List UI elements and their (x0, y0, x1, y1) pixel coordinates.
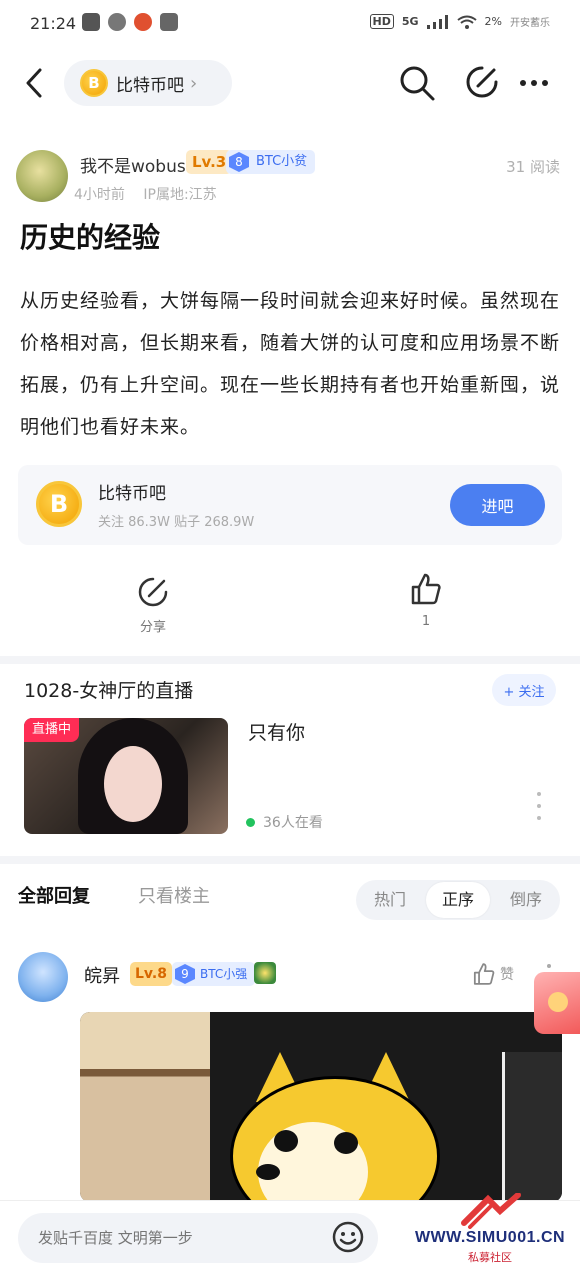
sort-toggle: 热门 正序 倒序 (356, 880, 560, 920)
status-right-cluster: HD 5G 2% 开安蓄乐 (369, 14, 550, 29)
section-divider (0, 656, 580, 664)
reply-rank-badge: 9 BTC小强 (172, 962, 256, 986)
watermark-subtext: 私募社区 (468, 1251, 512, 1264)
forum-name: 比特币吧 (116, 75, 184, 96)
emoji-icon[interactable] (332, 1221, 364, 1253)
live-thumbnail[interactable]: 直播中 (24, 718, 228, 834)
follow-button[interactable]: + 关注 (492, 674, 556, 706)
meme-background-post (502, 1052, 562, 1202)
search-icon[interactable] (398, 64, 436, 102)
streamer-face (104, 746, 162, 822)
reply-avatar[interactable] (18, 952, 68, 1002)
live-viewers: 36人在看 (246, 812, 323, 832)
hd-icon: HD (369, 14, 394, 29)
comment-input[interactable] (18, 1213, 378, 1263)
doge-nose (256, 1164, 280, 1180)
chevron-right-icon: › (190, 72, 198, 94)
rank-number: 8 (229, 152, 249, 172)
watermark-text: WWW.SIMU001.CN (414, 1229, 566, 1246)
top-nav: B 比特币吧 › (0, 56, 580, 110)
status-time: 21:24 (30, 14, 77, 33)
live-more-icon[interactable] (534, 792, 544, 820)
post-author: 我不是wobus Lv.3 8 BTC小贫 4小时前 IP属地:江苏 31 阅读 (16, 148, 564, 204)
forum-card-stats: 关注 86.3W 贴子 268.9W (98, 515, 255, 530)
reply-image[interactable] (80, 1012, 562, 1202)
carrier-note: 开安蓄乐 (510, 18, 550, 29)
bitcoin-icon: B (36, 481, 82, 527)
forum-link-pill[interactable]: B 比特币吧 › (64, 60, 232, 106)
edit-icon[interactable] (464, 64, 500, 100)
author-meta: 4小时前 IP属地:江苏 (74, 184, 217, 204)
link-icon (108, 13, 126, 31)
more-icon[interactable] (516, 66, 552, 100)
tab-all-replies[interactable]: 全部回复 (18, 882, 90, 908)
sort-descending[interactable]: 倒序 (494, 880, 558, 920)
post-body: 从历史经验看，大饼每隔一段时间就会迎来好时候。虽然现在价格相对高，但长期来看，随… (20, 290, 561, 438)
reply-rank-label: BTC小强 (200, 967, 248, 981)
reply-like-button[interactable]: 赞 (472, 962, 514, 986)
watermark-logo-icon (461, 1193, 521, 1229)
person-icon (160, 13, 178, 31)
author-avatar[interactable] (16, 150, 68, 202)
enter-forum-button[interactable]: 进吧 (450, 484, 545, 526)
game-icon (134, 13, 152, 31)
forum-card-name: 比特币吧 (98, 484, 166, 504)
doge-eye-right (334, 1132, 358, 1154)
section-divider (0, 856, 580, 864)
reply-level-badge: Lv.8 (130, 962, 172, 986)
sort-ascending[interactable]: 正序 (426, 882, 490, 918)
online-dot-icon (246, 817, 255, 827)
share-icon (138, 577, 168, 607)
app-notification-icon (82, 13, 100, 31)
signal-icon (426, 14, 448, 29)
reply-author-name[interactable]: 皖昇 (84, 962, 120, 988)
thumbs-up-icon (411, 573, 441, 605)
read-count: 31 阅读 (506, 158, 560, 176)
like-count: 1 (421, 614, 431, 629)
site-watermark: WWW.SIMU001.CN 私募社区 (404, 1193, 576, 1265)
thumbs-up-icon (473, 963, 495, 985)
red-packet-icon[interactable] (534, 972, 580, 1034)
reply-rank-number: 9 (175, 964, 195, 984)
like-button[interactable]: 1 (404, 572, 448, 629)
tab-op-only[interactable]: 只看楼主 (138, 882, 210, 908)
live-badge: 直播中 (24, 718, 80, 742)
bottom-bar: WWW.SIMU001.CN 私募社区 (0, 1193, 580, 1276)
author-name[interactable]: 我不是wobus (80, 152, 186, 177)
battery-level: 2% (484, 15, 502, 28)
live-caption[interactable]: 只有你 (248, 718, 305, 745)
sort-hot[interactable]: 热门 (358, 880, 422, 920)
forum-card[interactable]: B 比特币吧 关注 86.3W 贴子 268.9W 进吧 (18, 465, 562, 545)
post-title: 历史的经验 (20, 221, 161, 254)
meme-background-wall (80, 1012, 210, 1202)
status-notification-icons (82, 13, 178, 31)
viewer-count: 36人在看 (263, 815, 323, 831)
ip-location: IP属地:江苏 (143, 187, 217, 203)
post-time: 4小时前 (74, 187, 125, 203)
bitcoin-icon: B (80, 69, 108, 97)
wifi-icon (456, 15, 477, 29)
status-bar: 21:24 HD 5G 2% 开安蓄乐 (0, 0, 580, 48)
live-title[interactable]: 1028-女神厅的直播 (24, 676, 193, 703)
rank-badge: 8 BTC小贫 (226, 150, 316, 174)
share-label: 分享 (139, 620, 166, 635)
medal-icon (254, 962, 276, 984)
back-arrow-icon[interactable] (20, 66, 50, 100)
rank-label: BTC小贫 (256, 154, 308, 169)
network-label: 5G (401, 15, 419, 28)
doge-eye-left (274, 1130, 298, 1152)
reply-like-label: 赞 (500, 967, 514, 983)
share-button[interactable]: 分享 (128, 576, 178, 635)
